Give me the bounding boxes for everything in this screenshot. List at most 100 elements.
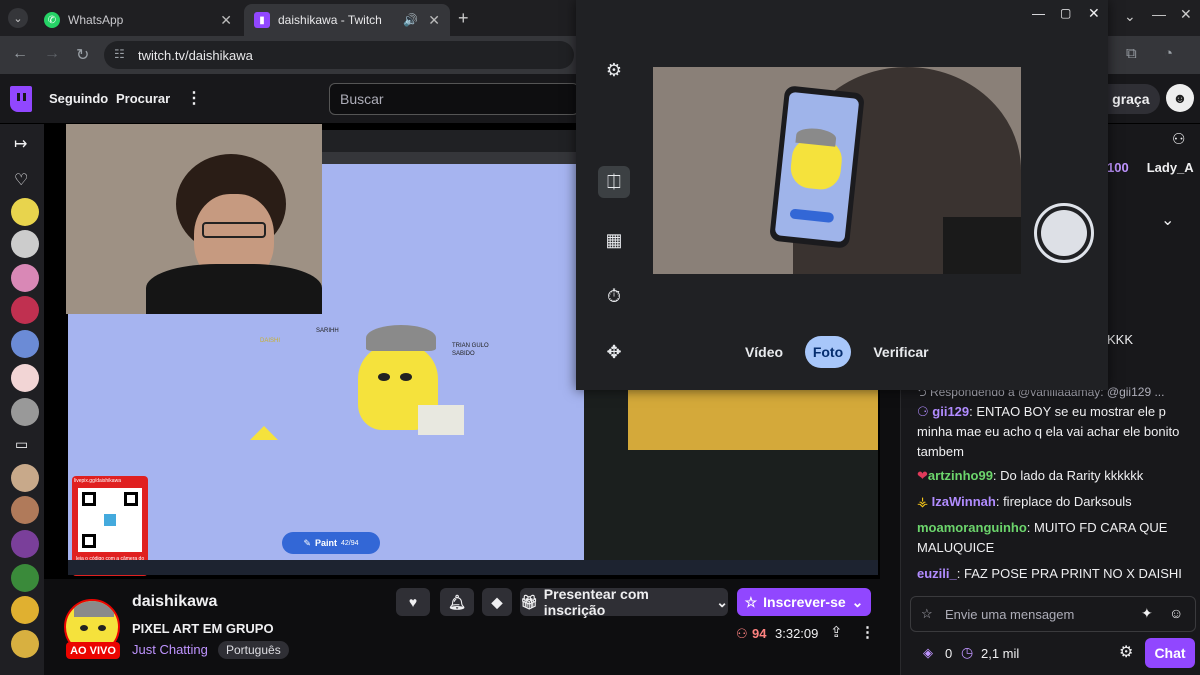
sidebar-avatar[interactable]: [11, 230, 39, 258]
twitch-logo-icon[interactable]: [10, 86, 32, 112]
badge-icon: ⚶: [917, 494, 932, 509]
forward-icon[interactable]: →: [44, 45, 60, 63]
small-triangle: [250, 426, 278, 440]
tab-whatsapp[interactable]: ✆ WhatsApp ✕: [34, 4, 242, 36]
streamer-webcam: [66, 124, 322, 314]
chat-username[interactable]: moamoranguinho: [917, 520, 1027, 535]
stream-taskbar: [68, 560, 878, 575]
gift-icon: 🎁︎: [520, 593, 538, 610]
chat-reward-icon[interactable]: ☆: [921, 606, 933, 622]
nav-following[interactable]: Seguindo: [49, 91, 108, 106]
sidebar-avatar[interactable]: [11, 496, 39, 524]
gift-sub-button[interactable]: 🎁︎ Presentear com inscrição ⌄: [520, 586, 728, 618]
close-icon[interactable]: ✕: [220, 12, 232, 29]
sidebar-avatar[interactable]: [11, 330, 39, 358]
close-icon[interactable]: ✕: [428, 12, 440, 29]
channel-info: AO VIVO daishikawa PIXEL ART EM GRUPO Ju…: [44, 579, 900, 675]
heart-icon[interactable]: ♡: [14, 170, 28, 190]
shutter-button[interactable]: [1034, 203, 1094, 263]
mode-photo[interactable]: Foto: [805, 336, 851, 368]
channel-sidebar: ↦ ♡ ▭: [0, 124, 44, 675]
sidebar-avatar[interactable]: [11, 264, 39, 292]
expand-icon[interactable]: ↦: [14, 134, 27, 154]
sidebar-avatar[interactable]: [11, 198, 39, 226]
mode-video[interactable]: Vídeo: [736, 336, 792, 368]
new-tab-button[interactable]: +: [458, 8, 469, 29]
minimize-icon[interactable]: —: [1152, 6, 1166, 22]
speaker-icon[interactable]: 🔊: [403, 13, 418, 27]
chat-input[interactable]: ☆ Envie uma mensagem ✦ ☺: [910, 596, 1196, 632]
minimize-icon[interactable]: —: [1032, 6, 1045, 21]
profile-icon[interactable]: ◔: [1164, 45, 1173, 62]
chevron-down-icon: ⌄: [716, 593, 728, 610]
sidebar-avatar[interactable]: [11, 398, 39, 426]
chevron-down-icon[interactable]: ⌄: [1161, 210, 1174, 230]
channel-points-icon[interactable]: ◷: [961, 644, 973, 661]
sidebar-avatar[interactable]: [11, 530, 39, 558]
grid-off-icon[interactable]: ▦: [598, 224, 630, 256]
sidebar-avatar[interactable]: [11, 564, 39, 592]
back-icon[interactable]: ←: [12, 45, 28, 63]
gift-count: 100: [1107, 160, 1129, 175]
search-placeholder: Buscar: [340, 91, 384, 107]
chat-message: euzili_: FAZ POSE PRA PRINT NO X DAISHI: [917, 564, 1189, 584]
tab-twitch[interactable]: ▮ daishikawa - Twitch 🔊 ✕: [244, 4, 450, 36]
chat-send-button[interactable]: Chat: [1145, 638, 1195, 668]
subscribe-button[interactable]: ☆ Inscrever-se ⌄: [737, 588, 871, 616]
channel-name[interactable]: daishikawa: [132, 593, 217, 611]
mode-label: Verificar: [873, 344, 929, 360]
url-field[interactable]: ☷ twitch.tv/daishikawa: [104, 41, 574, 69]
chat-username[interactable]: artzinho99: [928, 468, 993, 483]
search-input[interactable]: Buscar: [329, 83, 579, 115]
nav-browse[interactable]: Procurar: [116, 91, 170, 106]
chat-settings-icon[interactable]: ⚙: [1119, 642, 1133, 662]
sidebar-avatar[interactable]: [11, 296, 39, 324]
effects-icon[interactable]: ✦: [1141, 605, 1153, 622]
more-options-icon[interactable]: ⋮: [860, 623, 875, 641]
viewer-count: 94: [752, 626, 767, 641]
site-info-icon[interactable]: ☷: [114, 47, 125, 61]
stream-title: PIXEL ART EM GRUPO: [132, 621, 274, 636]
overlay-text: TRIAN GULO SABIDO: [452, 343, 489, 357]
close-icon[interactable]: ✕: [1088, 5, 1100, 22]
chat-username[interactable]: IzaWinnah: [932, 494, 996, 509]
sidebar-avatar[interactable]: [11, 596, 39, 624]
mirror-icon[interactable]: ⎅: [598, 166, 630, 198]
mode-label: Vídeo: [744, 344, 784, 360]
bits-button[interactable]: ◆: [482, 588, 512, 616]
camera-icon[interactable]: ▭: [15, 436, 28, 453]
tab-list-button[interactable]: ⌄: [8, 8, 28, 28]
url-text: twitch.tv/daishikawa: [138, 47, 253, 63]
follow-button[interactable]: ♥: [396, 588, 430, 616]
reload-icon[interactable]: ↻: [76, 45, 89, 65]
close-window-icon[interactable]: ✕: [1180, 6, 1192, 23]
phone-in-preview: [769, 85, 865, 249]
extensions-icon[interactable]: ⧉: [1126, 45, 1137, 62]
more-icon[interactable]: ⋮: [186, 88, 202, 108]
share-icon[interactable]: ⇪: [830, 623, 843, 641]
overlay-text: DAISHI: [260, 338, 281, 344]
avatar[interactable]: ☻: [1166, 84, 1194, 112]
sidebar-avatar[interactable]: [11, 630, 39, 658]
mode-scan[interactable]: Verificar: [866, 336, 936, 368]
notifications-button[interactable]: 🔔︎: [440, 588, 474, 616]
pan-tilt-icon[interactable]: ✥: [598, 336, 630, 368]
chat-username[interactable]: gii129: [932, 404, 969, 419]
chat-message: moamoranguinho: MUITO FD CARA QUE MALUQU…: [917, 518, 1189, 558]
chat-message-fragment: KKK: [1107, 332, 1134, 347]
chat-username[interactable]: euzili_: [917, 566, 957, 581]
sidebar-avatar[interactable]: [11, 464, 39, 492]
camera-preview: [653, 67, 1021, 274]
language-tag[interactable]: Português: [218, 641, 289, 659]
category-link[interactable]: Just Chatting: [132, 642, 208, 657]
chat-users-icon[interactable]: ⚇: [1172, 130, 1185, 148]
timer-icon[interactable]: ⏱: [598, 280, 630, 312]
settings-icon[interactable]: ⚙: [598, 54, 630, 86]
maximize-icon[interactable]: ▢: [1060, 6, 1071, 20]
tab-title: daishikawa - Twitch: [278, 13, 382, 27]
sidebar-avatar[interactable]: [11, 364, 39, 392]
character-art: [338, 325, 464, 435]
qr-top-text: livepix.gg/daishikawa: [74, 478, 121, 484]
browser-menu-icon[interactable]: ⌄: [1124, 8, 1136, 25]
emote-icon[interactable]: ☺: [1169, 605, 1183, 621]
